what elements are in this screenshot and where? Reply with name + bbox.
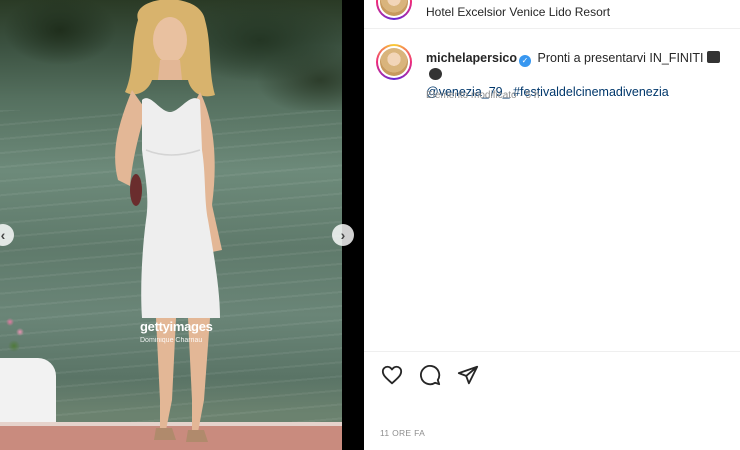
post-location[interactable]: Hotel Excelsior Venice Lido Resort bbox=[426, 5, 610, 19]
verified-badge-icon: ✓ bbox=[519, 55, 532, 67]
share-button[interactable] bbox=[456, 363, 480, 387]
chevron-right-icon: › bbox=[340, 227, 346, 243]
heart-icon bbox=[381, 365, 403, 385]
film-camera-emoji bbox=[429, 68, 442, 80]
woman-figure bbox=[115, 0, 222, 442]
post-timestamp[interactable]: 11 ORE FA bbox=[380, 428, 425, 438]
caption-meta: Elemento modificato · 5 h bbox=[426, 90, 539, 101]
avatar-image bbox=[380, 48, 408, 76]
edited-label: Elemento modificato bbox=[426, 90, 517, 101]
watermark-credit: Dominique Charriau bbox=[140, 337, 203, 344]
next-photo-button[interactable]: › bbox=[332, 224, 354, 246]
post-photo: gettyimages Dominique Charriau ‹ bbox=[0, 0, 342, 450]
flowers bbox=[2, 312, 30, 362]
chevron-left-icon: ‹ bbox=[0, 227, 6, 243]
like-button[interactable] bbox=[380, 363, 404, 387]
comment-icon bbox=[420, 365, 441, 386]
header-divider bbox=[364, 28, 740, 29]
avatar-image bbox=[380, 0, 408, 16]
caption-username[interactable]: michelapersico bbox=[426, 51, 517, 65]
actions-divider bbox=[364, 351, 740, 352]
post-actions bbox=[380, 363, 480, 387]
share-icon bbox=[457, 365, 479, 385]
caption-avatar[interactable] bbox=[376, 44, 412, 80]
header-avatar[interactable] bbox=[376, 0, 412, 20]
clapper-board-emoji bbox=[706, 51, 720, 63]
photo-watermark: gettyimages Dominique Charriau bbox=[140, 318, 213, 344]
caption-age: 5 h bbox=[525, 90, 540, 101]
post-side-panel: Hotel Excelsior Venice Lido Resort miche… bbox=[364, 0, 740, 450]
caption-text: Pronti a presentarvi IN_FINITI bbox=[537, 51, 704, 65]
watermark-brand: gettyimages bbox=[140, 319, 213, 334]
comment-button[interactable] bbox=[418, 363, 442, 387]
meta-separator: · bbox=[519, 90, 523, 101]
